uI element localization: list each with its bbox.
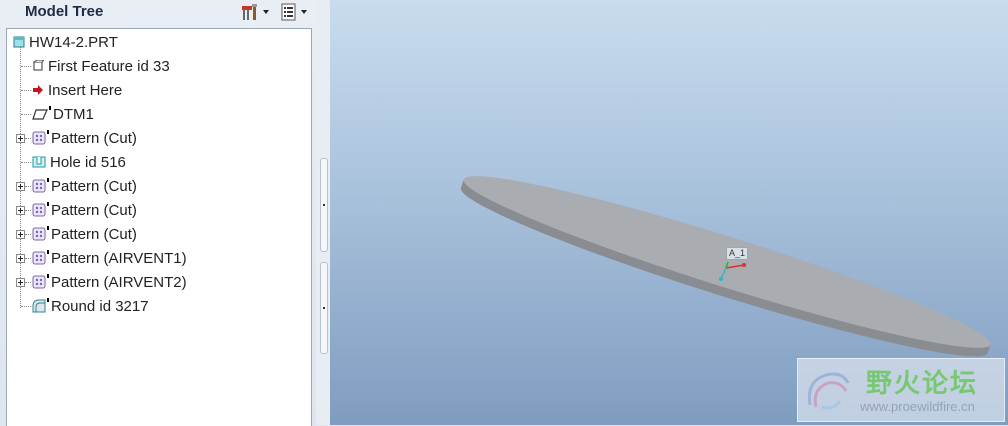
- tree-branch: [21, 90, 31, 91]
- tree-item-label: Pattern (Cut): [51, 177, 137, 195]
- status-flag-icon: [47, 250, 49, 254]
- watermark: 野火论坛 www.proewildfire.cn: [797, 358, 1005, 422]
- tree-guide-line: [20, 43, 21, 308]
- panel-title: Model Tree: [25, 3, 104, 20]
- tree-item[interactable]: Pattern (AIRVENT2): [32, 271, 187, 293]
- tree-item[interactable]: Pattern (Cut): [32, 127, 137, 149]
- tree-item-label: Pattern (Cut): [51, 129, 137, 147]
- pattern-icon: [32, 275, 46, 289]
- tree-item[interactable]: Hole id 516: [32, 151, 126, 173]
- tree-item-label: Pattern (AIRVENT1): [51, 249, 187, 267]
- graphics-viewport[interactable]: A_1 野火论坛 www.proewildfire.cn: [330, 0, 1008, 425]
- status-flag-icon: [47, 298, 49, 302]
- tree-root-label: HW14-2.PRT: [29, 33, 118, 51]
- expand-icon[interactable]: [16, 254, 25, 263]
- tree-branch: [21, 162, 31, 163]
- chevron-down-icon: [263, 10, 269, 14]
- tree-columns-icon: [281, 3, 296, 21]
- forum-logo-icon: [807, 372, 850, 410]
- tree-branch: [25, 138, 31, 139]
- insert-arrow-icon: [33, 85, 43, 95]
- pattern-icon: [32, 203, 46, 217]
- tree-settings-icon: [242, 4, 257, 20]
- tree-item[interactable]: Pattern (AIRVENT1): [32, 247, 187, 269]
- part-icon: [13, 36, 25, 48]
- round-icon: [32, 299, 46, 313]
- tree-branch: [25, 234, 31, 235]
- pattern-icon: [32, 179, 46, 193]
- pattern-icon: [32, 251, 46, 265]
- panel-splitter[interactable]: [316, 0, 330, 425]
- splitter-grip-top[interactable]: [320, 158, 328, 252]
- feature-box-icon: [33, 60, 44, 71]
- model-tree[interactable]: HW14-2.PRT First Feature id 33 Insert He…: [6, 28, 312, 426]
- tree-item[interactable]: DTM1: [32, 103, 94, 125]
- expand-icon[interactable]: [16, 134, 25, 143]
- watermark-url: www.proewildfire.cn: [860, 399, 975, 414]
- csys-label[interactable]: A_1: [726, 247, 749, 260]
- expand-icon[interactable]: [16, 182, 25, 191]
- status-flag-icon: [47, 202, 49, 206]
- tree-item[interactable]: Round id 3217: [32, 295, 149, 317]
- status-flag-icon: [47, 274, 49, 278]
- tree-item-label: Round id 3217: [51, 297, 149, 315]
- tree-item[interactable]: Pattern (Cut): [32, 175, 137, 197]
- tree-branch: [25, 210, 31, 211]
- hole-icon: [32, 156, 46, 168]
- tree-item[interactable]: First Feature id 33: [32, 55, 170, 77]
- model-tree-panel: Model Tree HW14-2.PRT First Feature id 3…: [0, 0, 316, 426]
- status-flag-icon: [47, 178, 49, 182]
- watermark-title: 野火论坛: [866, 368, 979, 398]
- tree-branch: [25, 186, 31, 187]
- tree-item-label: Hole id 516: [50, 153, 126, 171]
- tree-item-label: DTM1: [53, 105, 94, 123]
- tree-item-label: Insert Here: [48, 81, 123, 99]
- expand-icon[interactable]: [16, 230, 25, 239]
- status-flag-icon: [49, 106, 51, 110]
- tree-item-label: First Feature id 33: [48, 57, 170, 75]
- tree-columns-button[interactable]: [281, 2, 307, 22]
- tree-root[interactable]: HW14-2.PRT: [13, 31, 118, 53]
- tree-item[interactable]: Insert Here: [32, 79, 122, 101]
- expand-icon[interactable]: [16, 206, 25, 215]
- tree-branch: [21, 114, 31, 115]
- pattern-icon: [32, 227, 46, 241]
- tree-branch: [21, 306, 31, 307]
- grip-dot-icon: [323, 307, 325, 309]
- model-tree-header: Model Tree: [0, 0, 316, 26]
- tree-branch: [21, 66, 31, 67]
- datum-plane-icon: [32, 109, 48, 120]
- tree-item[interactable]: Pattern (Cut): [32, 223, 137, 245]
- chevron-down-icon: [301, 10, 307, 14]
- status-flag-icon: [47, 226, 49, 230]
- expand-icon[interactable]: [16, 278, 25, 287]
- pattern-icon: [32, 131, 46, 145]
- grip-dot-icon: [323, 204, 325, 206]
- status-flag-icon: [47, 130, 49, 134]
- tree-item[interactable]: Pattern (Cut): [32, 199, 137, 221]
- tree-item-label: Pattern (Cut): [51, 225, 137, 243]
- splitter-grip-bottom[interactable]: [320, 262, 328, 354]
- tree-settings-button[interactable]: [241, 2, 269, 22]
- tree-item-label: Pattern (AIRVENT2): [51, 273, 187, 291]
- tree-item-label: Pattern (Cut): [51, 201, 137, 219]
- tree-branch: [25, 282, 31, 283]
- tree-branch: [25, 258, 31, 259]
